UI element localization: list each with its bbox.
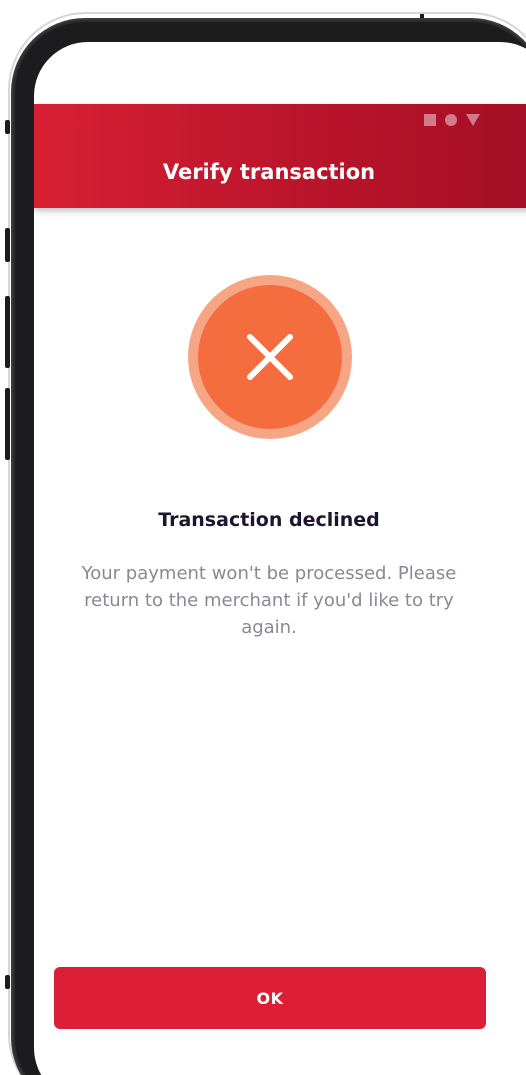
page-title: Verify transaction xyxy=(162,160,376,184)
result-message: Your payment won't be processed. Please … xyxy=(81,563,457,638)
triangle-icon xyxy=(466,114,480,126)
error-status-icon xyxy=(188,275,352,439)
ok-button[interactable]: OK xyxy=(54,967,486,1029)
mute-switch xyxy=(5,228,10,262)
side-button xyxy=(5,120,10,134)
volume-up-button xyxy=(5,296,10,368)
circle-icon xyxy=(445,114,457,126)
status-icons xyxy=(424,114,480,126)
close-x-icon xyxy=(247,334,293,380)
square-icon xyxy=(424,114,436,126)
volume-down-button xyxy=(5,388,10,460)
result-title: Transaction declined xyxy=(158,509,380,531)
screen: Verify transaction Transaction declined … xyxy=(34,42,526,1075)
device-frame: Verify transaction Transaction declined … xyxy=(0,0,526,1075)
side-button-lower xyxy=(5,975,10,989)
app-bar: Verify transaction xyxy=(34,104,526,208)
